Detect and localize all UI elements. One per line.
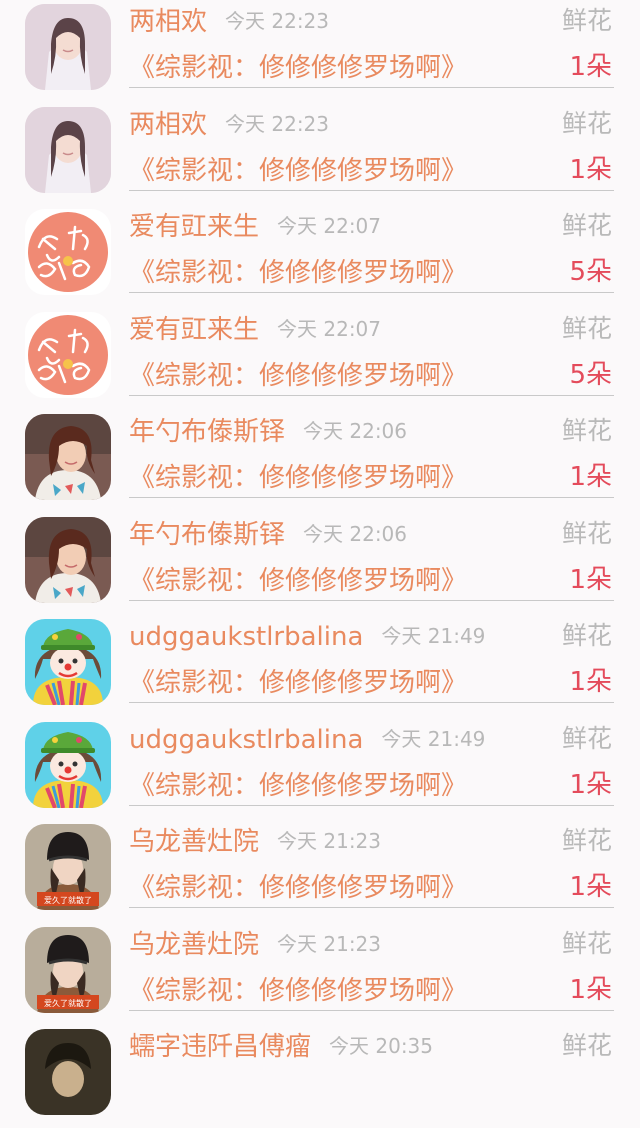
row-divider — [129, 907, 614, 908]
gift-count: 5朵 — [569, 257, 612, 287]
book-title: 《综影视：修修修修罗场啊》 — [129, 668, 468, 698]
user-name: 年勺布傣斯铎 今天 22:06 — [129, 417, 408, 447]
book-title: 《综影视：修修修修罗场啊》 — [129, 53, 468, 83]
list-item[interactable]: 爱久了就散了 乌龙善灶院 今天 21:23 鲜花 《综影视：修修修修罗场啊》 1朵 — [0, 820, 640, 923]
gift-time: 今天 21:49 — [381, 726, 486, 751]
gift-time: 今天 21:49 — [381, 624, 486, 648]
gift-time: 今天 21:23 — [277, 931, 382, 956]
user-avatar[interactable] — [25, 414, 111, 500]
gift-list: 两相欢 今天 22:23 鲜花 《综影视：修修修修罗场啊》 1朵 两相欢 今天 22… — [0, 0, 640, 1128]
gift-type: 鲜花 — [561, 723, 612, 753]
list-item[interactable]: 两相欢 今天 22:23 鲜花 《综影视：修修修修罗场啊》 1朵 — [0, 103, 640, 206]
user-name: 两相欢 今天 22:23 — [129, 109, 330, 140]
row-divider — [129, 292, 614, 293]
gift-time: 今天 22:07 — [277, 214, 382, 238]
gift-type: 鲜花 — [561, 1031, 612, 1060]
user-avatar[interactable] — [25, 722, 111, 808]
gift-type: 鲜花 — [561, 416, 612, 445]
gift-count: 1朵 — [569, 52, 612, 82]
list-item[interactable]: udggaukstlrbalina 今天 21:49 鲜花 《综影视：修修修修罗场… — [0, 615, 640, 718]
user-avatar[interactable] — [25, 517, 111, 603]
gift-type: 鲜花 — [561, 621, 612, 650]
user-avatar[interactable] — [25, 107, 111, 193]
gift-count: 1朵 — [569, 974, 612, 1005]
user-name: udggaukstlrbalina 今天 21:49 — [129, 724, 486, 755]
gift-time: 今天 22:23 — [225, 111, 330, 136]
list-item[interactable]: 爱有豇来生 今天 22:07 鲜花 《综影视：修修修修罗场啊》 5朵 — [0, 308, 640, 411]
book-title: 《综影视：修修修修罗场啊》 — [129, 565, 468, 596]
user-avatar[interactable] — [25, 209, 111, 295]
user-avatar[interactable]: 爱久了就散了 — [25, 927, 111, 1013]
book-title: 《综影视：修修修修罗场啊》 — [129, 258, 468, 288]
gift-time: 今天 20:35 — [329, 1034, 434, 1058]
list-item[interactable]: 两相欢 今天 22:23 鲜花 《综影视：修修修修罗场啊》 1朵 — [0, 0, 640, 103]
gift-count: 1朵 — [569, 564, 612, 595]
gift-time: 今天 22:07 — [277, 316, 382, 341]
user-avatar[interactable] — [25, 4, 111, 90]
list-item[interactable]: udggaukstlrbalina 今天 21:49 鲜花 《综影视：修修修修罗场… — [0, 718, 640, 821]
row-divider — [129, 1009, 614, 1011]
row-divider — [129, 702, 614, 703]
gift-count: 1朵 — [569, 667, 612, 697]
user-name: 年勺布傣斯铎 今天 22:06 — [129, 519, 408, 550]
gift-type: 鲜花 — [561, 826, 612, 855]
row-divider — [129, 394, 614, 396]
user-name: 乌龙善灶院 今天 21:23 — [129, 929, 382, 960]
user-name: 两相欢 今天 22:23 — [129, 7, 330, 37]
book-title: 《综影视：修修修修罗场啊》 — [129, 873, 468, 903]
book-title: 《综影视：修修修修罗场啊》 — [129, 975, 468, 1006]
user-avatar[interactable] — [25, 1029, 111, 1115]
gift-time: 今天 22:06 — [303, 521, 408, 546]
gift-type: 鲜花 — [561, 108, 612, 138]
gift-count: 1朵 — [569, 154, 612, 185]
user-name: 乌龙善灶院 今天 21:23 — [129, 827, 382, 857]
list-item[interactable]: 爱有豇来生 今天 22:07 鲜花 《综影视：修修修修罗场啊》 5朵 — [0, 205, 640, 308]
row-divider — [129, 804, 614, 806]
user-avatar[interactable]: 爱久了就散了 — [25, 824, 111, 910]
gift-time: 今天 22:06 — [303, 419, 408, 443]
list-item[interactable]: 年勺布傣斯铎 今天 22:06 鲜花 《综影视：修修修修罗场啊》 1朵 — [0, 513, 640, 616]
list-item[interactable]: 爱久了就散了 乌龙善灶院 今天 21:23 鲜花 《综影视：修修修修罗场啊》 1朵 — [0, 923, 640, 1026]
gift-count: 1朵 — [569, 462, 612, 492]
gift-count: 1朵 — [569, 872, 612, 902]
user-name: 爱有豇来生 今天 22:07 — [129, 212, 382, 242]
user-avatar[interactable] — [25, 619, 111, 705]
book-title: 《综影视：修修修修罗场啊》 — [129, 360, 468, 391]
gift-type: 鲜花 — [561, 518, 612, 548]
book-title: 《综影视：修修修修罗场啊》 — [129, 770, 468, 801]
gift-type: 鲜花 — [561, 313, 612, 343]
row-divider — [129, 87, 614, 88]
row-divider — [129, 599, 614, 601]
gift-count: 1朵 — [569, 769, 612, 800]
row-divider — [129, 497, 614, 498]
gift-type: 鲜花 — [561, 6, 612, 35]
gift-type: 鲜花 — [561, 928, 612, 958]
user-name: 蠕字违阡昌傅瘤 今天 20:35 — [129, 1032, 434, 1062]
user-name: 爱有豇来生 今天 22:07 — [129, 314, 382, 345]
book-title: 《综影视：修修修修罗场啊》 — [129, 463, 468, 493]
book-title: 《综影视：修修修修罗场啊》 — [129, 155, 468, 186]
gift-type: 鲜花 — [561, 211, 612, 240]
avatar-caption: 爱久了就散了 — [44, 895, 92, 905]
row-divider — [129, 189, 614, 191]
user-name: udggaukstlrbalina 今天 21:49 — [129, 622, 486, 652]
list-item[interactable]: 年勺布傣斯铎 今天 22:06 鲜花 《综影视：修修修修罗场啊》 1朵 — [0, 410, 640, 513]
gift-time: 今天 22:23 — [225, 9, 330, 33]
gift-count: 5朵 — [569, 359, 612, 390]
list-item[interactable]: 蠕字违阡昌傅瘤 今天 20:35 鲜花 — [0, 1025, 640, 1128]
user-avatar[interactable] — [25, 312, 111, 398]
gift-time: 今天 21:23 — [277, 829, 382, 853]
avatar-caption: 爱久了就散了 — [44, 998, 92, 1008]
